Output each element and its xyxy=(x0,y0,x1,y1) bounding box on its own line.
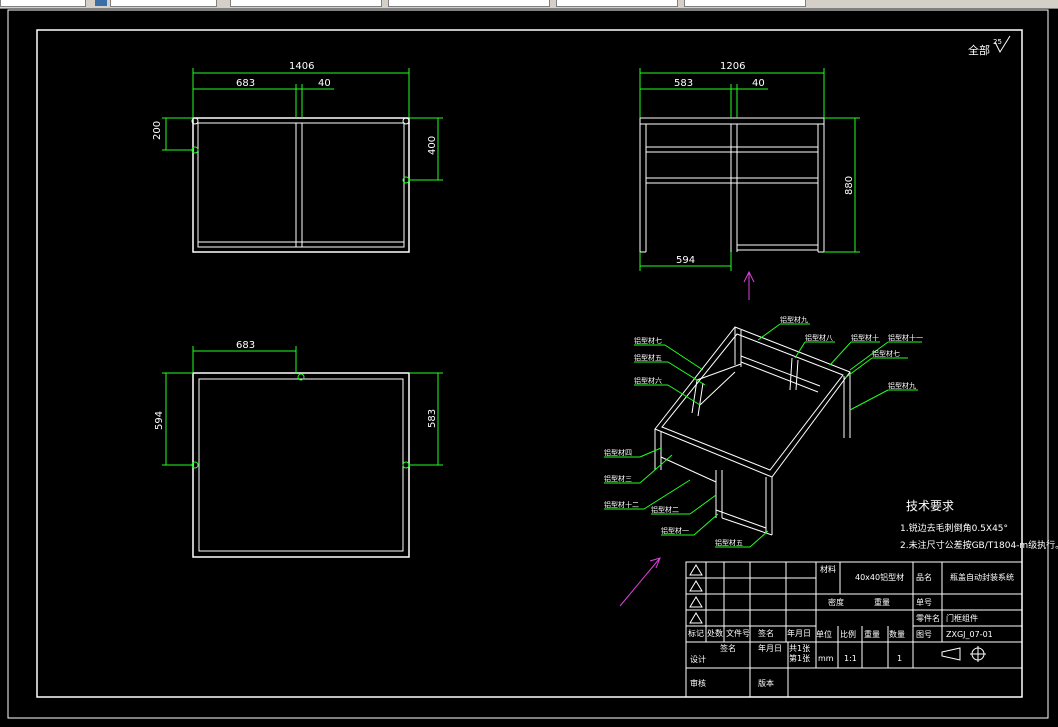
side-view: 1206 583 40 880 594 xyxy=(639,61,860,300)
svg-text:版本: 版本 xyxy=(758,678,774,688)
svg-text:比例: 比例 xyxy=(840,629,856,639)
svg-text:594: 594 xyxy=(676,255,695,266)
svg-text:1:1: 1:1 xyxy=(844,654,857,663)
svg-text:铝型材十: 铝型材十 xyxy=(851,333,879,342)
svg-text:683: 683 xyxy=(236,78,255,89)
svg-text:880: 880 xyxy=(844,176,855,195)
svg-text:材料: 材料 xyxy=(820,564,836,574)
svg-text:1.锐边去毛刺倒角0.5X45°: 1.锐边去毛刺倒角0.5X45° xyxy=(900,522,1008,534)
svg-text:铝型材五: 铝型材五 xyxy=(634,353,662,362)
top-view: 683 594 583 xyxy=(154,340,443,558)
svg-text:第1张: 第1张 xyxy=(789,653,810,663)
svg-text:审核: 审核 xyxy=(690,678,706,688)
svg-text:mm: mm xyxy=(818,654,834,663)
front-view: 1406 683 40 200 400 xyxy=(152,61,443,253)
svg-text:400: 400 xyxy=(427,136,438,155)
svg-text:共1张: 共1张 xyxy=(789,644,810,653)
svg-text:单号: 单号 xyxy=(916,597,932,607)
svg-text:铝型材八: 铝型材八 xyxy=(805,333,833,342)
svg-text:文件号: 文件号 xyxy=(726,628,750,638)
svg-text:技术要求: 技术要求 xyxy=(906,499,954,513)
svg-text:瓶盖自动封装系统: 瓶盖自动封装系统 xyxy=(950,572,1014,582)
svg-text:ZXGJ_07-01: ZXGJ_07-01 xyxy=(946,630,993,639)
svg-text:40: 40 xyxy=(318,78,331,89)
svg-text:年月日: 年月日 xyxy=(787,628,811,638)
svg-text:签名: 签名 xyxy=(758,628,774,638)
svg-text:铝型材二: 铝型材二 xyxy=(651,505,679,514)
svg-text:40: 40 xyxy=(752,78,765,89)
svg-text:铝型材四: 铝型材四 xyxy=(604,448,632,457)
svg-text:签名: 签名 xyxy=(720,643,736,653)
svg-text:683: 683 xyxy=(236,340,255,351)
drawing-canvas[interactable]: 全部 25 1406 683 40 200 400 1206 583 40 88… xyxy=(0,0,1058,727)
svg-text:2.未注尺寸公差按GB/T1804-m级执行。: 2.未注尺寸公差按GB/T1804-m级执行。 xyxy=(900,539,1058,551)
svg-text:设计: 设计 xyxy=(690,654,706,664)
svg-text:铝型材十一: 铝型材十一 xyxy=(888,333,923,342)
svg-text:200: 200 xyxy=(152,121,163,140)
svg-text:铝型材九: 铝型材九 xyxy=(888,381,916,390)
inner-border xyxy=(36,29,1023,698)
svg-text:铝型材六: 铝型材六 xyxy=(634,376,662,385)
tech-requirements: 技术要求 1.锐边去毛刺倒角0.5X45° 2.未注尺寸公差按GB/T1804-… xyxy=(900,499,1058,551)
svg-text:铝型材五: 铝型材五 xyxy=(715,538,743,547)
svg-text:583: 583 xyxy=(427,409,438,428)
svg-text:1: 1 xyxy=(897,654,902,663)
svg-text:594: 594 xyxy=(154,411,165,430)
view-arrow xyxy=(619,557,661,607)
svg-text:1206: 1206 xyxy=(720,61,745,72)
svg-text:重量: 重量 xyxy=(864,629,880,639)
svg-text:铝型材七: 铝型材七 xyxy=(872,349,900,358)
roughness-symbol: 全部 25 xyxy=(968,35,1011,57)
svg-text:门框组件: 门框组件 xyxy=(946,613,978,623)
outer-border xyxy=(7,9,1049,719)
iso-labels: 铝型材七 铝型材五 铝型材六 铝型材四 铝型材三 铝型材十二 铝型材二 铝型材一… xyxy=(604,315,923,548)
svg-text:1406: 1406 xyxy=(289,61,314,72)
svg-text:铝型材三: 铝型材三 xyxy=(604,474,632,483)
svg-text:铝型材七: 铝型材七 xyxy=(634,336,662,345)
svg-text:零件名: 零件名 xyxy=(916,613,940,623)
svg-text:583: 583 xyxy=(674,78,693,89)
svg-text:全部: 全部 xyxy=(968,43,990,57)
svg-text:数量: 数量 xyxy=(889,629,905,639)
svg-text:品名: 品名 xyxy=(916,572,932,582)
svg-text:铝型材一: 铝型材一 xyxy=(661,526,689,535)
svg-text:单位: 单位 xyxy=(816,629,832,639)
svg-text:铝型材九: 铝型材九 xyxy=(780,315,808,324)
svg-text:40x40铝型材: 40x40铝型材 xyxy=(855,572,904,582)
svg-text:图号: 图号 xyxy=(916,630,932,639)
svg-text:25: 25 xyxy=(993,38,1002,46)
svg-text:标记: 标记 xyxy=(688,628,704,638)
svg-text:密度: 密度 xyxy=(828,597,844,607)
svg-text:年月日: 年月日 xyxy=(758,643,782,653)
svg-text:重量: 重量 xyxy=(874,597,890,607)
svg-text:铝型材十二: 铝型材十二 xyxy=(604,500,639,509)
svg-text:处数: 处数 xyxy=(707,628,723,638)
